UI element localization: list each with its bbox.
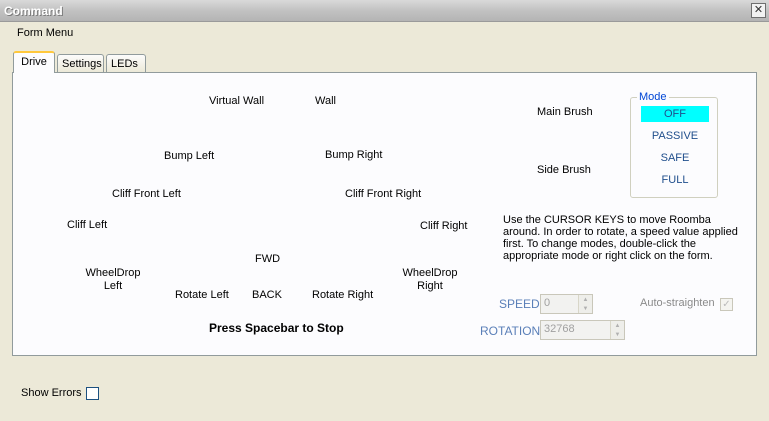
auto-straighten-label: Auto-straighten: [640, 297, 715, 309]
rotate-right-label: Rotate Right: [312, 289, 374, 301]
menu-bar: Form Menu: [0, 23, 769, 43]
tab-leds[interactable]: LEDs: [106, 54, 146, 72]
cliff-front-right-label: Cliff Front Right: [345, 188, 422, 200]
wall-label: Wall: [315, 95, 336, 107]
spin-up-icon[interactable]: ▲: [610, 321, 624, 330]
wheeldrop-left-label: WheelDrop Left: [85, 267, 141, 292]
rotate-left-label: Rotate Left: [175, 289, 229, 301]
speed-spinner[interactable]: 0 ▲ ▼: [540, 294, 593, 314]
mode-option-off[interactable]: OFF: [641, 106, 709, 122]
tab-settings[interactable]: Settings: [57, 54, 104, 72]
instructions-text: Use the CURSOR KEYS to move Roomba aroun…: [503, 214, 738, 262]
spin-down-icon[interactable]: ▼: [578, 304, 592, 313]
show-errors-checkbox[interactable]: [86, 387, 99, 400]
side-brush-label: Side Brush: [537, 164, 591, 176]
rotation-label: ROTATION:: [480, 324, 544, 338]
menu-form[interactable]: Form Menu: [17, 27, 73, 39]
title-bar: Command ✕: [0, 0, 769, 22]
back-label: BACK: [252, 289, 282, 301]
tab-settings-label: Settings: [62, 58, 102, 70]
bump-left-label: Bump Left: [164, 150, 215, 162]
virtual-wall-label: Virtual Wall: [209, 95, 265, 107]
spin-up-icon[interactable]: ▲: [578, 295, 592, 304]
bump-right-label: Bump Right: [325, 149, 383, 161]
cliff-front-left-label: Cliff Front Left: [112, 188, 181, 200]
fwd-label: FWD: [255, 253, 281, 265]
rotation-value: 32768: [544, 323, 575, 335]
speed-label: SPEED:: [499, 297, 544, 311]
main-brush-label: Main Brush: [537, 106, 593, 118]
cliff-left-label: Cliff Left: [67, 219, 108, 231]
tab-leds-label: LEDs: [111, 58, 138, 70]
rotation-spinner[interactable]: 32768 ▲ ▼: [540, 320, 625, 340]
check-icon: ✓: [722, 299, 731, 310]
window-title: Command: [4, 4, 63, 18]
auto-straighten-checkbox[interactable]: ✓: [720, 298, 733, 311]
mode-group: Mode OFF PASSIVE SAFE FULL: [630, 91, 718, 198]
close-button[interactable]: ✕: [751, 3, 766, 18]
drive-panel: Virtual Wall Wall Bump Left Bump Right C…: [12, 72, 757, 356]
stop-hint: Press Spacebar to Stop: [209, 321, 344, 335]
mode-option-full[interactable]: FULL: [641, 172, 709, 188]
show-errors-label: Show Errors: [21, 387, 82, 399]
mode-option-safe[interactable]: SAFE: [641, 150, 709, 166]
tab-drive[interactable]: Drive: [13, 51, 55, 73]
mode-option-passive[interactable]: PASSIVE: [641, 128, 709, 144]
cliff-right-label: Cliff Right: [420, 220, 468, 232]
close-icon: ✕: [753, 4, 764, 16]
tab-drive-label: Drive: [21, 56, 47, 68]
speed-value: 0: [544, 297, 551, 309]
wheeldrop-right-label: WheelDrop Right: [402, 267, 458, 292]
spin-down-icon[interactable]: ▼: [610, 330, 624, 339]
mode-legend: Mode: [637, 91, 669, 103]
